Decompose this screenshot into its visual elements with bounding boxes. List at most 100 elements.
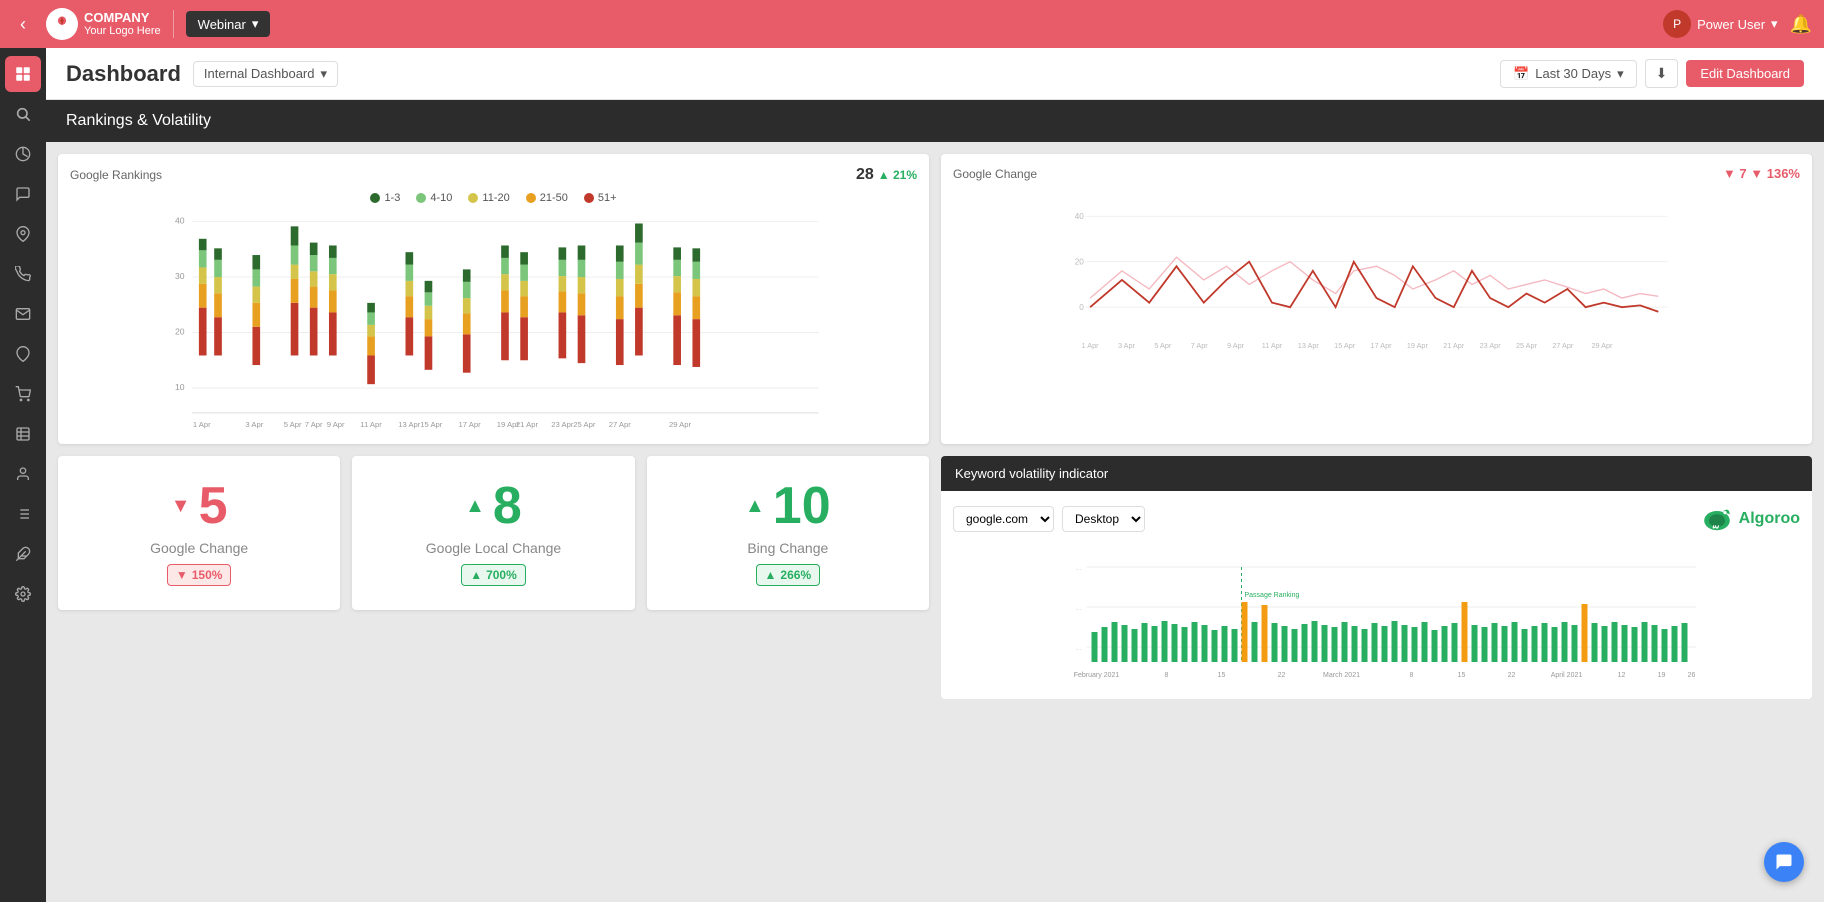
svg-text:21 Apr: 21 Apr <box>516 420 539 429</box>
up-arrow-icon: ▲ <box>465 495 485 518</box>
sidebar-item-pin[interactable] <box>5 216 41 252</box>
calendar-icon: 📅 <box>1513 66 1529 82</box>
chat-button[interactable] <box>1764 842 1804 882</box>
svg-text:April 2021: April 2021 <box>1551 672 1583 679</box>
svg-text:23 Apr: 23 Apr <box>1480 341 1502 350</box>
badge-number: 28 <box>856 166 874 184</box>
svg-text:5 Apr: 5 Apr <box>1154 341 1172 350</box>
metric-value: 8 <box>493 480 522 532</box>
export-button[interactable]: ⬇ <box>1645 59 1679 88</box>
volatility-chart: ... ... ... Passage Ranking <box>953 547 1800 687</box>
down-icon: ▼ <box>176 568 188 582</box>
sidebar-item-list[interactable] <box>5 496 41 532</box>
google-rankings-card: Google Rankings 28 ▲ 21% 1-3 <box>58 154 929 444</box>
metric-label: Bing Change <box>747 540 828 556</box>
chart-title: Google Rankings <box>70 168 162 182</box>
sidebar-item-chat[interactable] <box>5 176 41 212</box>
svg-text:25 Apr: 25 Apr <box>573 420 596 429</box>
svg-text:15 Apr: 15 Apr <box>1334 341 1356 350</box>
content-area: Dashboard Internal Dashboard ▾ 📅 Last 30… <box>46 48 1824 902</box>
metric-card-google-local: ▲ 8 Google Local Change ▲ 700% <box>352 456 634 610</box>
sidebar-item-email[interactable] <box>5 296 41 332</box>
svg-text:March 2021: March 2021 <box>1323 672 1360 679</box>
svg-text:...: ... <box>1076 645 1082 652</box>
metric-value-row: ▼ 5 <box>171 480 228 532</box>
svg-text:12: 12 <box>1618 672 1626 679</box>
volatility-controls: google.com bing.com Desktop Mobile <box>953 503 1800 535</box>
sidebar-item-table[interactable] <box>5 416 41 452</box>
chevron-down-icon: ▾ <box>1617 66 1624 82</box>
nav-right: P Power User ▾ 🔔 <box>1663 10 1812 38</box>
metric-label: Google Change <box>150 540 248 556</box>
svg-text:9 Apr: 9 Apr <box>1227 341 1245 350</box>
chart-title-row: Google Change ▼ 7 ▼ 136% <box>953 166 1800 181</box>
legend-dot <box>526 193 536 203</box>
logo-icon <box>46 8 78 40</box>
dashboard-selector[interactable]: Internal Dashboard ▾ <box>193 61 338 87</box>
svg-text:3 Apr: 3 Apr <box>1118 341 1136 350</box>
edit-dashboard-button[interactable]: Edit Dashboard <box>1686 60 1804 87</box>
sidebar-item-user[interactable] <box>5 456 41 492</box>
sidebar-item-settings[interactable] <box>5 576 41 612</box>
back-button[interactable]: ‹ <box>12 10 34 39</box>
sidebar-item-search[interactable] <box>5 96 41 132</box>
download-icon: ⬇ <box>1656 65 1668 81</box>
svg-text:9 Apr: 9 Apr <box>327 420 345 429</box>
metric-badge: ▲ 266% <box>756 564 821 586</box>
sidebar-item-plugin[interactable] <box>5 536 41 572</box>
user-menu-button[interactable]: P Power User ▾ <box>1663 10 1777 38</box>
search-engine-select[interactable]: google.com bing.com <box>953 506 1054 532</box>
svg-text:27 Apr: 27 Apr <box>609 420 632 429</box>
svg-text:17 Apr: 17 Apr <box>459 420 482 429</box>
date-range-button[interactable]: 📅 Last 30 Days ▾ <box>1500 60 1637 88</box>
sidebar-item-analytics[interactable] <box>5 136 41 172</box>
legend-11-20: 11-20 <box>468 192 509 204</box>
svg-text:25 Apr: 25 Apr <box>1516 341 1538 350</box>
svg-text:13 Apr: 13 Apr <box>398 420 421 429</box>
charts-grid: Google Rankings 28 ▲ 21% 1-3 <box>46 142 1824 456</box>
line-chart: 40 20 0 1 Apr 3 Apr 5 Apr 7 Apr <box>953 189 1800 389</box>
webinar-button[interactable]: Webinar ▾ <box>186 11 271 37</box>
svg-text:7 Apr: 7 Apr <box>305 420 323 429</box>
notifications-bell[interactable]: 🔔 <box>1790 14 1812 35</box>
device-select[interactable]: Desktop Mobile <box>1062 506 1145 532</box>
sub-header: Dashboard Internal Dashboard ▾ 📅 Last 30… <box>46 48 1824 100</box>
metric-card-google-change: ▼ 5 Google Change ▼ 150% <box>58 456 340 610</box>
svg-text:5 Apr: 5 Apr <box>284 420 302 429</box>
down-arrow-icon: ▼ <box>171 495 191 518</box>
page-content: Rankings & Volatility Google Rankings 28… <box>46 100 1824 902</box>
main-layout: Dashboard Internal Dashboard ▾ 📅 Last 30… <box>0 48 1824 902</box>
svg-text:40: 40 <box>1075 212 1085 221</box>
svg-text:22: 22 <box>1278 672 1286 679</box>
svg-text:...: ... <box>1076 605 1082 612</box>
svg-text:21 Apr: 21 Apr <box>1443 341 1465 350</box>
chart-title-row: Google Rankings 28 ▲ 21% <box>70 166 917 184</box>
sidebar <box>0 48 46 902</box>
svg-text:26: 26 <box>1688 672 1696 679</box>
svg-text:11 Apr: 11 Apr <box>1262 341 1283 350</box>
sidebar-item-location[interactable] <box>5 336 41 372</box>
metric-value-row: ▲ 8 <box>465 480 522 532</box>
up-icon: ▲ <box>765 568 777 582</box>
avatar: P <box>1663 10 1691 38</box>
svg-text:29 Apr: 29 Apr <box>669 420 692 429</box>
section-header: Rankings & Volatility <box>46 100 1824 142</box>
up-arrow-icon: ▲ <box>745 495 765 518</box>
svg-text:29 Apr: 29 Apr <box>1591 341 1613 350</box>
svg-text:8: 8 <box>1165 672 1169 679</box>
svg-text:15: 15 <box>1218 672 1226 679</box>
sidebar-item-home[interactable] <box>5 56 41 92</box>
logo-text: COMPANY Your Logo Here <box>84 10 161 39</box>
legend-1-3: 1-3 <box>370 192 400 204</box>
svg-text:10: 10 <box>175 382 185 392</box>
volatility-selects: google.com bing.com Desktop Mobile <box>953 506 1145 532</box>
svg-text:27 Apr: 27 Apr <box>1552 341 1574 350</box>
svg-text:15 Apr: 15 Apr <box>420 420 443 429</box>
sidebar-item-phone[interactable] <box>5 256 41 292</box>
up-icon: ▲ <box>470 568 482 582</box>
svg-text:17 Apr: 17 Apr <box>1371 341 1393 350</box>
legend-dot <box>416 193 426 203</box>
svg-text:30: 30 <box>175 271 185 281</box>
sidebar-item-cart[interactable] <box>5 376 41 412</box>
metric-card-bing-change: ▲ 10 Bing Change ▲ 266% <box>647 456 929 610</box>
